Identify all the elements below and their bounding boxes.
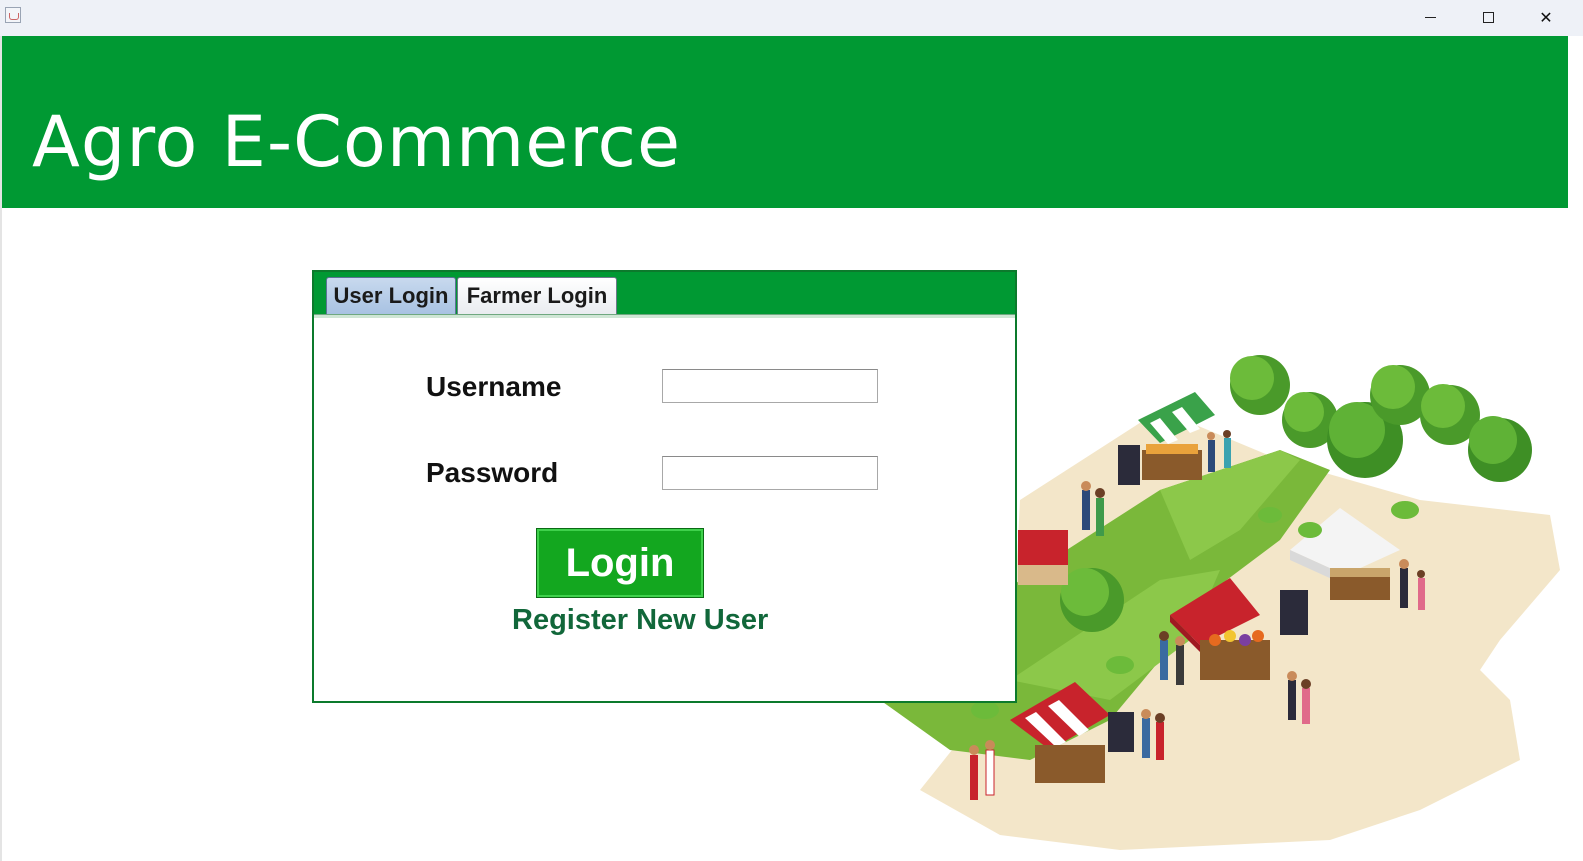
window-title-bar: ✕ [0,0,1583,36]
minimize-button[interactable] [1407,0,1453,34]
app-title: Agro E-Commerce [32,101,682,183]
tab-user-login[interactable]: User Login [326,277,456,314]
register-new-user-link[interactable]: Register New User [512,604,768,637]
login-panel: User Login Farmer Login Username Passwor… [312,270,1017,703]
tab-divider [314,314,1015,318]
login-tab-strip: User Login Farmer Login [314,272,1015,314]
close-button[interactable]: ✕ [1523,0,1569,34]
close-icon: ✕ [1539,7,1553,27]
minimize-icon [1424,16,1436,18]
maximize-button[interactable] [1465,0,1511,34]
maximize-icon [1482,11,1494,23]
login-button[interactable]: Login [536,528,704,598]
password-label: Password [426,457,559,488]
username-label: Username [426,371,562,402]
tab-farmer-login[interactable]: Farmer Login [457,277,617,314]
username-input[interactable] [662,369,878,403]
java-cup-icon [5,7,21,23]
password-input[interactable] [662,456,878,490]
